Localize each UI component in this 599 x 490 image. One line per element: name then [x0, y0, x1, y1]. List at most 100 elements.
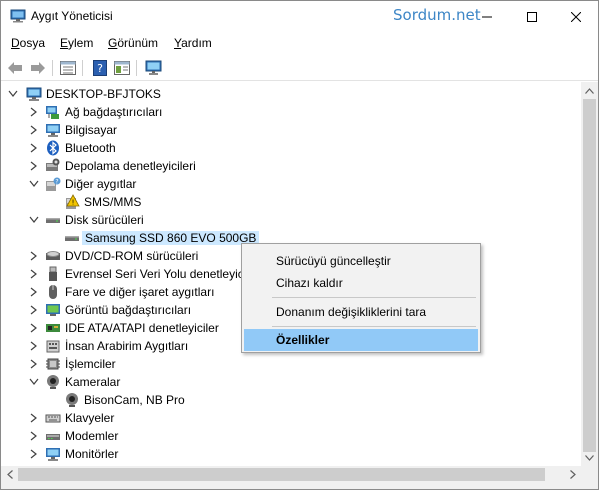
chevron-right-icon[interactable] — [28, 124, 40, 136]
tree-node[interactable]: Depolama denetleyicileri — [1, 157, 581, 175]
tree-node-label: Diğer aygıtlar — [65, 177, 137, 191]
tree-node[interactable]: Disk sürücüleri — [1, 211, 581, 229]
tree-node-label: Kameralar — [65, 375, 121, 389]
dvd-drive-icon — [46, 251, 60, 260]
tree-node[interactable]: Ağ bağdaştırıcıları — [1, 103, 581, 121]
tree-node[interactable]: Modemler — [1, 427, 581, 445]
chevron-right-icon[interactable] — [28, 142, 40, 154]
vertical-scrollbar[interactable] — [581, 82, 598, 466]
chevron-down-icon[interactable] — [28, 376, 40, 388]
hid-icon — [46, 340, 60, 353]
tree-node[interactable]: BisonCam, NB Pro — [1, 391, 581, 409]
tree-node[interactable]: Klavyeler — [1, 409, 581, 427]
chevron-right-icon[interactable] — [28, 106, 40, 118]
chevron-right-icon[interactable] — [28, 268, 40, 280]
properties-button[interactable] — [58, 58, 78, 78]
help-button[interactable]: ? — [90, 58, 110, 78]
tree-node-label: Modemler — [65, 429, 119, 443]
chevron-right-icon[interactable] — [28, 340, 40, 352]
other-devices-icon: ? — [46, 177, 61, 191]
context-item-update-driver[interactable]: Sürücüyü güncelleştir — [244, 250, 478, 272]
horizontal-scroll-thumb[interactable] — [18, 468, 545, 481]
scroll-down-button[interactable] — [581, 449, 598, 466]
chevron-down-icon[interactable] — [28, 178, 40, 190]
menu-eylem-accesskey: E — [60, 36, 69, 50]
back-arrow-icon — [8, 62, 22, 74]
horizontal-scrollbar[interactable] — [1, 466, 581, 483]
unknown-device-icon: ! — [66, 194, 80, 209]
chevron-right-icon[interactable] — [28, 304, 40, 316]
scan-hardware-button[interactable] — [144, 58, 164, 78]
context-item-label: Sürücüyü güncelleştir — [276, 254, 391, 268]
tree-node[interactable]: ! SMS/MMS — [1, 193, 581, 211]
context-item-label: Donanım değişikliklerini tara — [276, 305, 427, 319]
close-button[interactable] — [553, 1, 599, 32]
tree-node[interactable]: Bilgisayar — [1, 121, 581, 139]
mouse-icon — [49, 285, 57, 299]
context-menu: Sürücüyü güncelleştir Cihazı kaldır Dona… — [241, 243, 481, 353]
tree-node[interactable]: Monitörler — [1, 445, 581, 463]
status-bar — [1, 483, 598, 489]
menu-dosya[interactable]: Dosya — [11, 36, 45, 50]
chevron-down-icon[interactable] — [7, 88, 19, 100]
menu-eylem[interactable]: Eylem — [60, 36, 93, 50]
minimize-button[interactable] — [464, 1, 510, 32]
tree-node[interactable]: ? Diğer aygıtlar — [1, 175, 581, 193]
context-separator — [272, 297, 476, 298]
chevron-up-icon — [585, 87, 594, 94]
chevron-down-icon — [585, 454, 594, 461]
chevron-right-icon[interactable] — [28, 160, 40, 172]
chevron-right-icon[interactable] — [28, 430, 40, 442]
vertical-scroll-thumb[interactable] — [583, 99, 596, 452]
keyboard-icon — [45, 414, 61, 423]
toolbar-separator — [136, 60, 137, 76]
modem-icon — [46, 434, 60, 440]
title-bar[interactable]: Aygıt Yöneticisi Sordum.net — [1, 1, 598, 32]
tree-node-label: Evrensel Seri Veri Yolu denetleyici — [65, 267, 247, 281]
minimize-icon — [482, 16, 492, 17]
context-item-scan-hardware[interactable]: Donanım değişikliklerini tara — [244, 301, 478, 323]
context-item-uninstall-device[interactable]: Cihazı kaldır — [244, 272, 478, 294]
tree-node-label: Depolama denetleyicileri — [65, 159, 196, 173]
device-manager-app-icon — [10, 9, 26, 23]
toolbar-separator — [82, 60, 83, 76]
context-item-properties[interactable]: Özellikler — [244, 329, 478, 351]
scroll-left-button[interactable] — [1, 466, 18, 483]
close-icon — [571, 11, 581, 22]
tree-node-label: Klavyeler — [65, 411, 115, 425]
toolbar: ? — [1, 54, 598, 81]
details-panel-button[interactable] — [112, 58, 132, 78]
back-button[interactable] — [5, 58, 25, 78]
chevron-right-icon[interactable] — [28, 358, 40, 370]
usb-icon — [49, 266, 57, 281]
chevron-right-icon[interactable] — [28, 448, 40, 460]
forward-button[interactable] — [28, 58, 48, 78]
processor-icon — [46, 358, 60, 370]
tree-node[interactable]: Kameralar — [1, 373, 581, 391]
chevron-down-icon[interactable] — [28, 214, 40, 226]
chevron-right-icon[interactable] — [28, 412, 40, 424]
chevron-right-icon[interactable] — [28, 322, 40, 334]
tree-node-label: İnsan Arabirim Aygıtları — [65, 339, 189, 353]
menu-dosya-accesskey: D — [11, 36, 20, 50]
menu-dosya-label: osya — [19, 36, 46, 50]
tree-node-label: BisonCam, NB Pro — [84, 393, 185, 407]
tree-root[interactable]: DESKTOP-BFJTOKS — [1, 85, 581, 103]
menu-gorunum-label: örünüm — [117, 36, 159, 50]
chevron-right-icon[interactable] — [28, 286, 40, 298]
computer-icon — [26, 87, 42, 101]
tree-node[interactable]: İşlemciler — [1, 355, 581, 373]
scroll-right-button[interactable] — [564, 466, 581, 483]
tree-node-label: Bilgisayar — [65, 123, 118, 137]
tree-node[interactable]: Bluetooth — [1, 139, 581, 157]
menu-yardim[interactable]: Yardım — [174, 36, 212, 50]
menu-yardim-label: ardım — [181, 36, 212, 50]
menu-gorunum[interactable]: Görünüm — [108, 36, 158, 50]
ide-controller-icon — [46, 324, 60, 332]
scroll-up-button[interactable] — [581, 82, 598, 99]
maximize-button[interactable] — [509, 1, 555, 32]
chevron-right-icon[interactable] — [28, 250, 40, 262]
computer-icon — [46, 124, 60, 137]
help-icon: ? — [93, 60, 107, 76]
properties-grid-icon — [60, 61, 76, 75]
